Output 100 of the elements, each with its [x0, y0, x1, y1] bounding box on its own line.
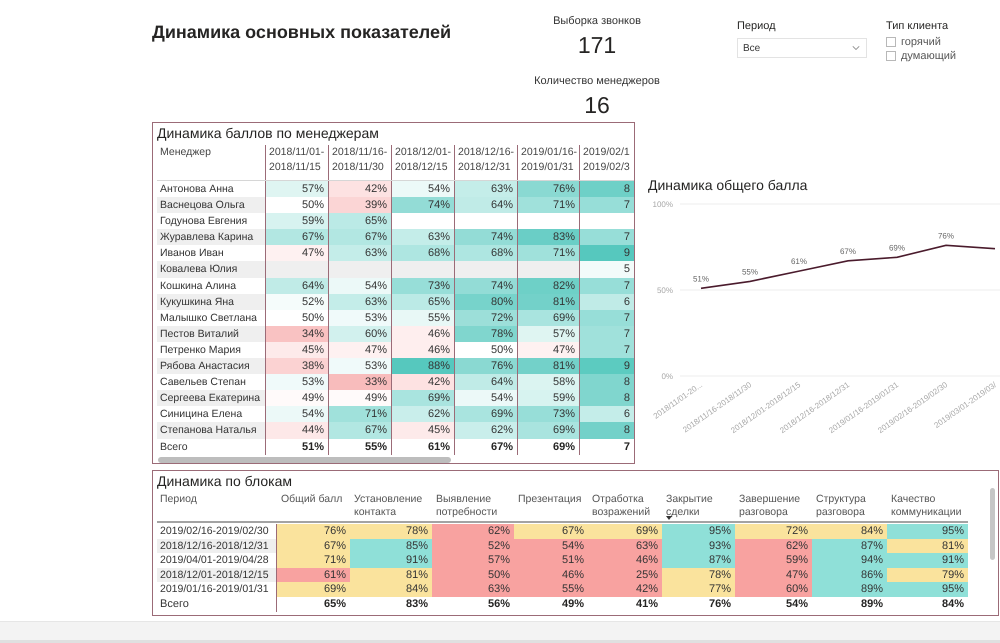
table-cell: 54% — [265, 406, 328, 422]
column-header[interactable]: 2018/11/01- 2018/11/15 — [265, 145, 328, 180]
table-cell: 54% — [454, 390, 517, 406]
table-cell: 76% — [277, 524, 350, 539]
table-cell: 53% — [328, 310, 391, 326]
table-cell: 81% — [517, 294, 579, 310]
row-header: Сергеева Екатерина — [157, 390, 265, 406]
table-cell: 9 — [579, 245, 634, 262]
row-header: Малышко Светлана — [159, 310, 258, 326]
option-label: думающий — [901, 50, 956, 62]
table-cell: 59% — [265, 213, 328, 230]
scrollbar[interactable] — [990, 488, 995, 560]
table-cell: 42% — [588, 582, 662, 597]
table-cell: 88% — [391, 358, 454, 374]
table-cell: 80% — [454, 294, 517, 310]
row-header: Степанова Наталья — [157, 422, 265, 438]
column-header[interactable]: 2018/12/16- 2018/12/31 — [454, 145, 517, 180]
total-cell-text: 56% — [486, 596, 511, 612]
data-label: 61% — [791, 257, 807, 266]
row-header: Рябова Анастасия — [157, 358, 265, 374]
column-header[interactable]: 2018/11/16- 2018/11/30 — [328, 145, 391, 180]
row-header: Синицина Елена — [159, 407, 244, 422]
row-header: Всего — [157, 596, 277, 612]
table-cell: 81% — [887, 538, 968, 554]
table-cell: 8 — [579, 374, 634, 390]
column-header[interactable]: Презентация — [518, 493, 582, 506]
row-header: Савельев Степан — [159, 375, 247, 390]
table-cell: 74% — [454, 229, 517, 246]
table-cell: 54% — [328, 278, 391, 294]
table-cell: 73% — [517, 406, 579, 422]
row-header: Журавлева Карина — [157, 229, 265, 246]
table-cell: 78% — [350, 524, 432, 539]
column-header[interactable]: Завершение разговора — [739, 493, 812, 519]
table-cell: 65% — [391, 294, 454, 310]
table-cell: 81% — [350, 568, 432, 582]
table-cell: 87% — [812, 538, 887, 554]
total-cell: 61% — [391, 438, 454, 455]
kpi-value: 171 — [578, 32, 616, 58]
total-cell-text: 41% — [634, 596, 659, 612]
column-header[interactable]: 2019/02/1 2019/02/3 — [579, 145, 634, 180]
column-header[interactable]: Общий балл — [281, 493, 342, 506]
table-title: Динамика по блокам — [157, 473, 292, 490]
table-cell: 85% — [350, 538, 432, 554]
column-header[interactable]: Структура разговора — [816, 493, 887, 519]
table-cell: 67% — [265, 229, 328, 246]
table-cell: 67% — [328, 422, 391, 438]
table-cell: 8 — [579, 422, 634, 438]
table-cell: 62% — [432, 524, 514, 539]
table-cell: 82% — [517, 278, 579, 294]
table-cell: 91% — [350, 553, 432, 568]
table-cell: 33% — [328, 374, 391, 390]
column-header[interactable]: Выявление потребности — [436, 493, 514, 519]
total-cell-text: 54% — [784, 596, 809, 612]
column-header[interactable]: Отработка возражений — [592, 493, 662, 519]
total-cell: 7 — [579, 438, 634, 455]
period-dropdown[interactable]: Все — [737, 38, 867, 58]
table-cell: 46% — [391, 326, 454, 342]
data-label: 76% — [938, 231, 954, 240]
table-cell: 69% — [588, 524, 662, 539]
table-cell: 5 — [579, 261, 634, 278]
checkbox[interactable] — [886, 37, 896, 47]
dashboard-title: Динамика основных показателей — [152, 21, 452, 43]
table-cell: 76% — [517, 181, 579, 198]
sort-descending-icon[interactable] — [666, 516, 672, 520]
table-cell: 47% — [517, 342, 579, 358]
table-cell: 63% — [391, 229, 454, 246]
table-cell: 54% — [391, 181, 454, 198]
table-cell: 71% — [517, 245, 579, 262]
scrollbar[interactable] — [158, 456, 451, 463]
table-cell: 74% — [391, 197, 454, 214]
row-header: Годунова Евгения — [159, 214, 248, 230]
total-cell: 67% — [454, 438, 517, 455]
table-cell: 87% — [662, 553, 735, 568]
table-cell: 62% — [735, 538, 812, 554]
table-cell: 51% — [514, 553, 588, 568]
table-cell: 63% — [328, 294, 391, 310]
checkbox[interactable] — [886, 51, 896, 61]
column-header[interactable]: Качество коммуникации — [891, 493, 968, 519]
column-header[interactable]: Закрытие сделки — [666, 493, 735, 519]
column-header[interactable]: 2018/12/01- 2018/12/15 — [391, 145, 454, 180]
column-header[interactable]: Менеджер — [157, 145, 265, 180]
table-cell: 78% — [454, 326, 517, 342]
table-cell: 60% — [328, 326, 391, 342]
column-header[interactable]: 2019/01/16- 2019/01/31 — [517, 145, 579, 180]
table-title: Динамика баллов по менеджерам — [157, 125, 379, 142]
table-cell: 64% — [454, 197, 517, 214]
table-cell: 62% — [454, 422, 517, 438]
option-label: горячий — [901, 36, 941, 48]
table-cell: 73% — [391, 278, 454, 294]
total-cell-text: 76% — [708, 596, 732, 612]
table-cell: 8 — [579, 390, 634, 406]
table-cell: 67% — [328, 229, 391, 246]
data-label: 51% — [693, 274, 709, 284]
table-cell: 69% — [517, 310, 579, 326]
table-cell: 60% — [735, 582, 812, 597]
column-header[interactable]: Период — [160, 493, 197, 506]
column-header[interactable]: Установление контакта — [354, 493, 432, 519]
table-cell: 52% — [432, 538, 514, 554]
row-header: Ковалева Юлия — [157, 261, 265, 278]
total-cell: 51% — [265, 438, 328, 455]
